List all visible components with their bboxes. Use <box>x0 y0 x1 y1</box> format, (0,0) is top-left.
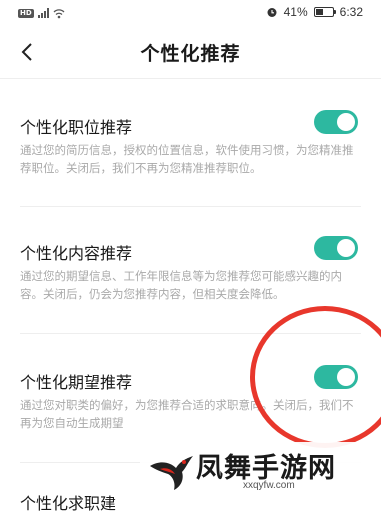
signal-icon <box>37 8 49 18</box>
clock: 6:32 <box>339 5 363 19</box>
status-bar: HD 41% 6:32 <box>0 0 381 26</box>
watermark-url: xxqyfw.com <box>243 480 295 491</box>
wifi-icon <box>53 8 65 18</box>
setting-title: 个性化内容推荐 <box>20 244 133 263</box>
status-bar-left: HD <box>18 7 65 19</box>
nav-header: 个性化推荐 <box>0 26 381 78</box>
toggle-knob <box>337 239 355 257</box>
setting-description: 通过您的简历信息，授权的位置信息，软件使用习惯，为您精准推荐职位。关闭后，我们不… <box>20 143 354 175</box>
hd-icon: HD <box>18 8 34 18</box>
content-recommendation-toggle[interactable] <box>314 236 358 260</box>
setting-job-advice-title: 个性化求职建 <box>20 494 117 513</box>
phoenix-logo-icon <box>150 456 193 490</box>
setting-title: 个性化职位推荐 <box>20 118 133 137</box>
status-bar-right: 41% 6:32 <box>266 5 363 19</box>
setting-description: 通过您的期望信息、工作年限信息等为您推荐您可能感兴趣的内容。关闭后，仍会为您推荐… <box>20 269 342 301</box>
page-title: 个性化推荐 <box>140 43 241 65</box>
watermark: 凤舞手游网 xxqyfw.com <box>140 442 381 499</box>
alarm-icon <box>267 8 277 17</box>
section-divider <box>20 206 361 207</box>
setting-title: 个性化期望推荐 <box>20 373 133 392</box>
battery-percent: 41% <box>283 5 308 19</box>
job-recommendation-toggle[interactable] <box>314 110 358 134</box>
battery-fill <box>315 9 323 15</box>
toggle-knob <box>337 113 355 131</box>
battery-icon <box>313 7 336 17</box>
header-divider <box>0 78 381 79</box>
